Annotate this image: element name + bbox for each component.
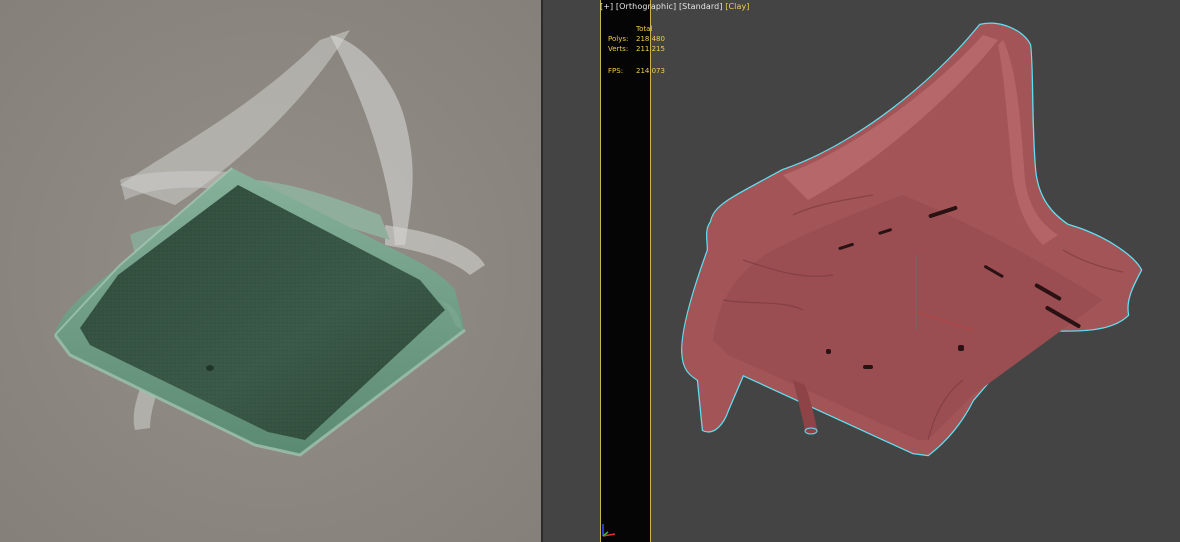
viewport-menu-plus[interactable]: [+] — [600, 2, 613, 11]
stats-fps-row: FPS: 214,073 — [608, 66, 665, 76]
stats-verts-label: Verts: — [608, 45, 629, 53]
viewport-view-menu[interactable]: [Orthographic] — [616, 2, 676, 11]
stats-polys-label: Polys: — [608, 35, 629, 43]
rendered-model-image — [0, 0, 541, 542]
orthographic-viewport[interactable]: [+] [Orthographic] [Standard] [Clay] Tot… — [543, 0, 1180, 542]
safe-frame-right-line — [650, 0, 651, 542]
axis-gizmo-icon — [602, 524, 616, 537]
stats-polys-row: Polys: 218 480 — [608, 34, 665, 44]
stats-verts-value: 211 215 — [636, 45, 665, 53]
viewport-statistics: Total Polys: 218 480 Verts: 211 215 FPS:… — [608, 24, 665, 76]
viewport-shading-menu[interactable]: [Standard] — [679, 2, 723, 11]
viewport-label: [+] [Orthographic] [Standard] [Clay] — [600, 2, 750, 11]
stats-fps-value: 214,073 — [636, 67, 665, 75]
stats-polys-value: 218 480 — [636, 35, 665, 43]
viewport-display-mode-menu[interactable]: [Clay] — [725, 2, 749, 11]
render-preview-panel — [0, 0, 541, 542]
app-window: [+] [Orthographic] [Standard] [Clay] Tot… — [0, 0, 1180, 542]
stats-total-header: Total — [636, 25, 653, 33]
safe-frame-left-line — [600, 0, 601, 542]
stats-verts-row: Verts: 211 215 — [608, 44, 665, 54]
safe-frame-region — [600, 0, 650, 542]
stats-fps-label: FPS: — [608, 67, 624, 75]
